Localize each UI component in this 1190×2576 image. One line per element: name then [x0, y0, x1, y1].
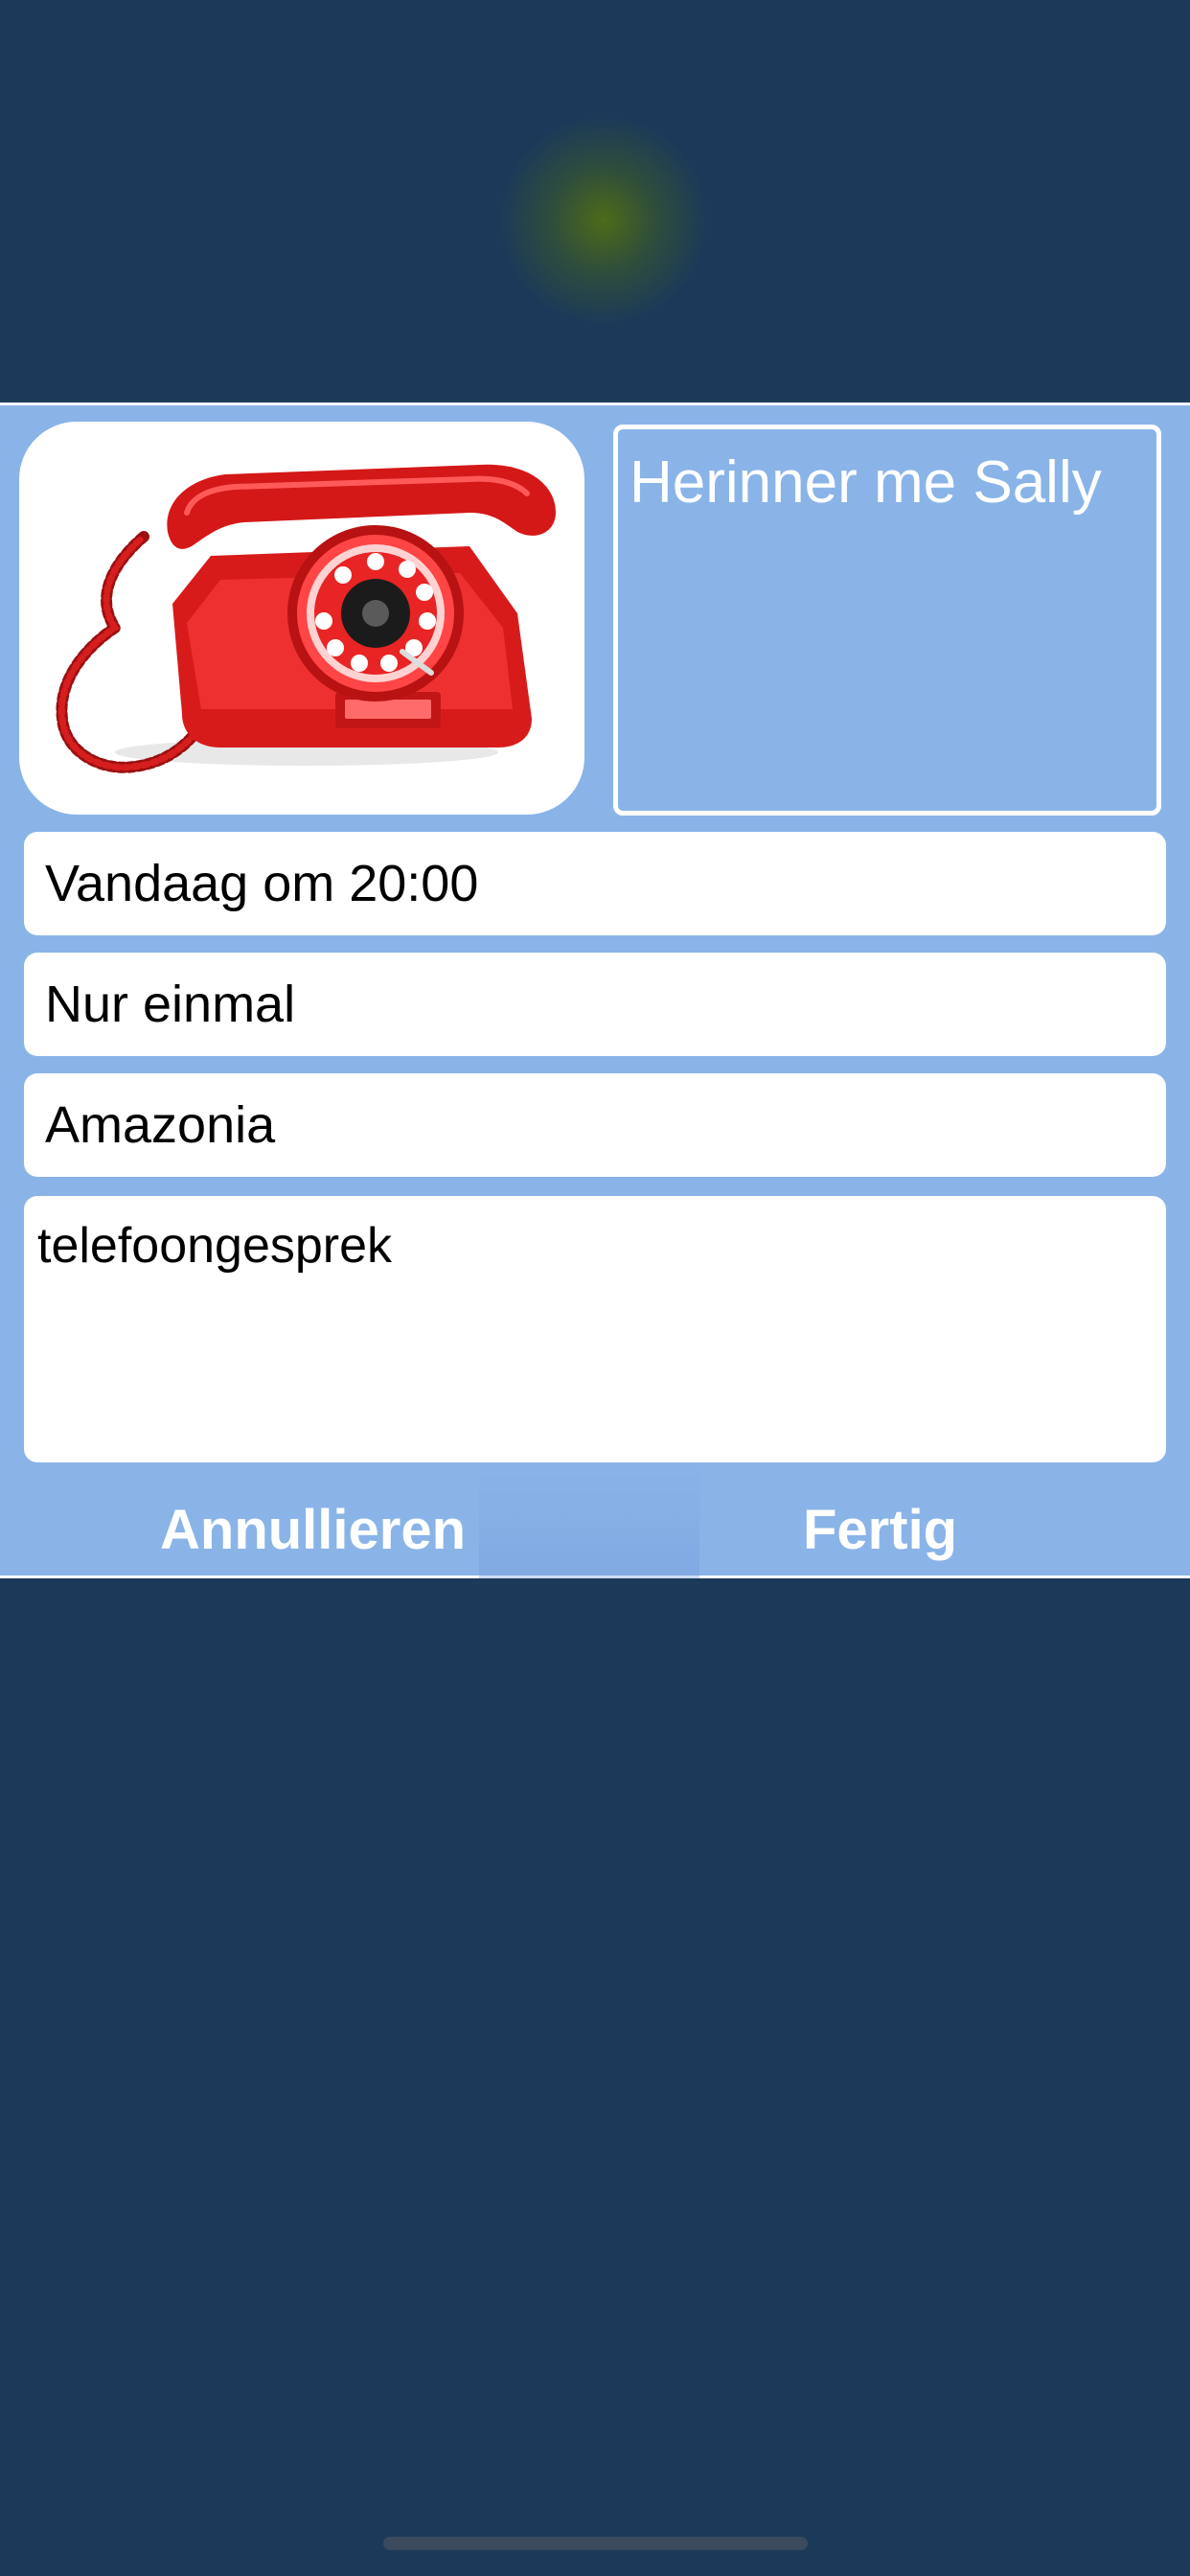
reminder-editor-panel: Herinner me Sally Vandaag om 20:00 Nur e…	[0, 402, 1190, 1578]
reminder-title-field[interactable]: Herinner me Sally	[613, 425, 1161, 816]
note-textarea[interactable]: telefoongesprek	[24, 1196, 1166, 1462]
reminder-title-text: Herinner me Sally	[629, 449, 1102, 516]
background-glow	[498, 115, 709, 326]
panel-shade	[479, 1460, 699, 1578]
sound-field[interactable]: Amazonia	[24, 1073, 1166, 1177]
date-time-value: Vandaag om 20:00	[45, 855, 479, 912]
date-time-field[interactable]: Vandaag om 20:00	[24, 832, 1166, 935]
home-indicator[interactable]	[383, 2537, 808, 2550]
red-rotary-telephone-icon	[56, 464, 557, 773]
sound-value: Amazonia	[45, 1096, 276, 1154]
note-text: telefoongesprek	[37, 1218, 393, 1274]
cancel-button[interactable]: Annullieren	[160, 1498, 466, 1562]
done-button[interactable]: Fertig	[803, 1498, 957, 1562]
reminder-image-button[interactable]	[19, 422, 584, 815]
repeat-field[interactable]: Nur einmal	[24, 953, 1166, 1056]
repeat-value: Nur einmal	[45, 976, 296, 1033]
